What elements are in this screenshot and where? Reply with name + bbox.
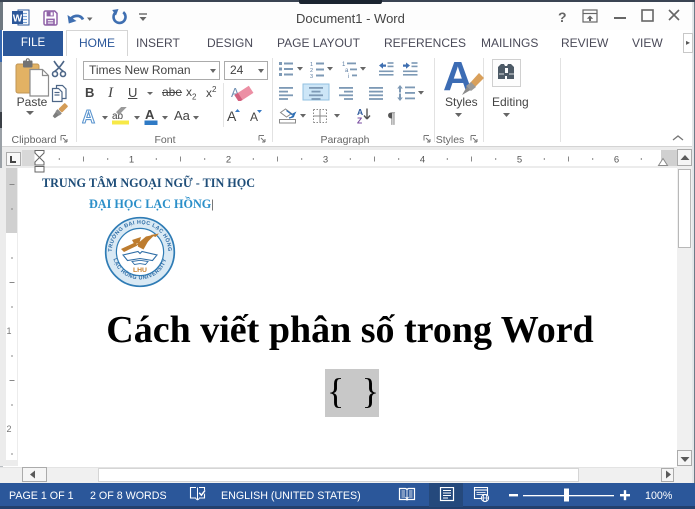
- svg-text:A: A: [250, 110, 258, 124]
- svg-text:A: A: [227, 108, 237, 124]
- svg-text:3: 3: [323, 155, 328, 166]
- svg-text:Editing: Editing: [492, 95, 529, 109]
- svg-text:A: A: [145, 107, 155, 122]
- svg-text:?: ?: [558, 9, 567, 25]
- svg-text:4: 4: [420, 155, 425, 166]
- svg-text:¶: ¶: [388, 110, 396, 127]
- svg-text:Styles: Styles: [445, 95, 478, 109]
- svg-text:1: 1: [129, 155, 134, 166]
- svg-text:Aa: Aa: [174, 108, 191, 123]
- svg-text:LHU: LHU: [133, 267, 147, 274]
- svg-text:i: i: [348, 74, 349, 80]
- svg-text:3: 3: [310, 74, 313, 80]
- svg-text:A: A: [443, 58, 473, 99]
- svg-text:W: W: [13, 14, 23, 25]
- svg-text:5: 5: [517, 155, 522, 166]
- svg-text:2: 2: [6, 424, 11, 434]
- svg-text:6: 6: [614, 155, 619, 166]
- svg-text:2: 2: [226, 155, 231, 166]
- svg-text:A: A: [82, 107, 95, 127]
- svg-text:Z: Z: [357, 116, 362, 126]
